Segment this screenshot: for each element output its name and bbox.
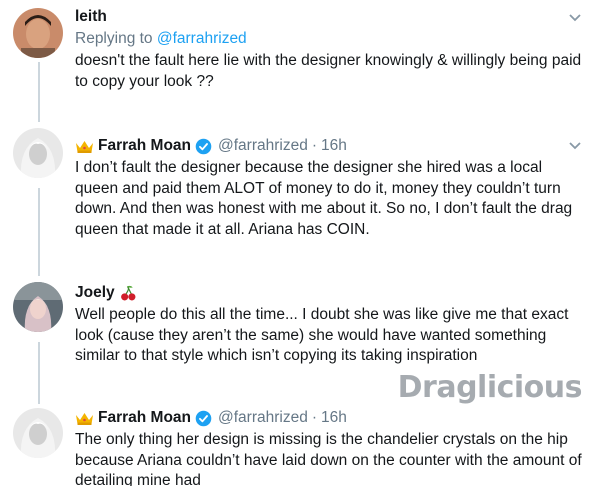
thread-line — [38, 62, 40, 122]
chevron-down-icon[interactable] — [568, 141, 582, 151]
thread-line — [38, 342, 40, 404]
author-name[interactable]: leith — [75, 8, 107, 26]
replying-handle-link[interactable]: @farrahrized — [157, 30, 247, 47]
replying-prefix: Replying to — [75, 30, 153, 47]
tweet-text: Well people do this all the time... I do… — [75, 306, 569, 364]
avatar[interactable] — [13, 128, 63, 178]
separator-dot: · — [311, 409, 318, 426]
watermark-logo: Draglicious — [397, 370, 583, 405]
cherries-emoji-icon — [120, 285, 136, 300]
tweet[interactable]: Farrah Moan @farrahrized · 16h I don’t f… — [75, 136, 586, 240]
tweet-text: doesn't the fault here lie with the desi… — [75, 52, 582, 90]
verified-badge-icon — [195, 138, 212, 154]
tweet-text: The only thing her design is missing is … — [75, 431, 582, 486]
tweet-text: I don’t fault the designer because the d… — [75, 159, 573, 238]
author-name[interactable]: Farrah Moan — [98, 409, 191, 427]
replying-to: Replying to @farrahrized — [75, 29, 586, 49]
verified-badge-icon — [195, 410, 212, 426]
tweet[interactable]: Farrah Moan @farrahrized · 16h The only … — [75, 408, 586, 486]
crown-emoji-icon — [76, 412, 93, 425]
timestamp[interactable]: 16h — [321, 137, 347, 155]
separator-dot: · — [311, 137, 318, 154]
avatar[interactable] — [13, 282, 63, 332]
timestamp[interactable]: 16h — [321, 409, 347, 427]
chevron-down-icon[interactable] — [568, 13, 582, 23]
author-name[interactable]: Joely — [75, 284, 115, 302]
tweet[interactable]: Joely Well people do this all the time..… — [75, 283, 586, 367]
tweet[interactable]: leith Replying to @farrahrized doesn't t… — [75, 7, 586, 92]
author-handle[interactable]: @farrahrized — [218, 409, 308, 427]
author-handle[interactable]: @farrahrized — [218, 137, 308, 155]
avatar[interactable] — [13, 8, 63, 58]
thread-line — [38, 188, 40, 276]
author-name[interactable]: Farrah Moan — [98, 137, 191, 155]
crown-emoji-icon — [76, 140, 93, 153]
avatar[interactable] — [13, 408, 63, 458]
